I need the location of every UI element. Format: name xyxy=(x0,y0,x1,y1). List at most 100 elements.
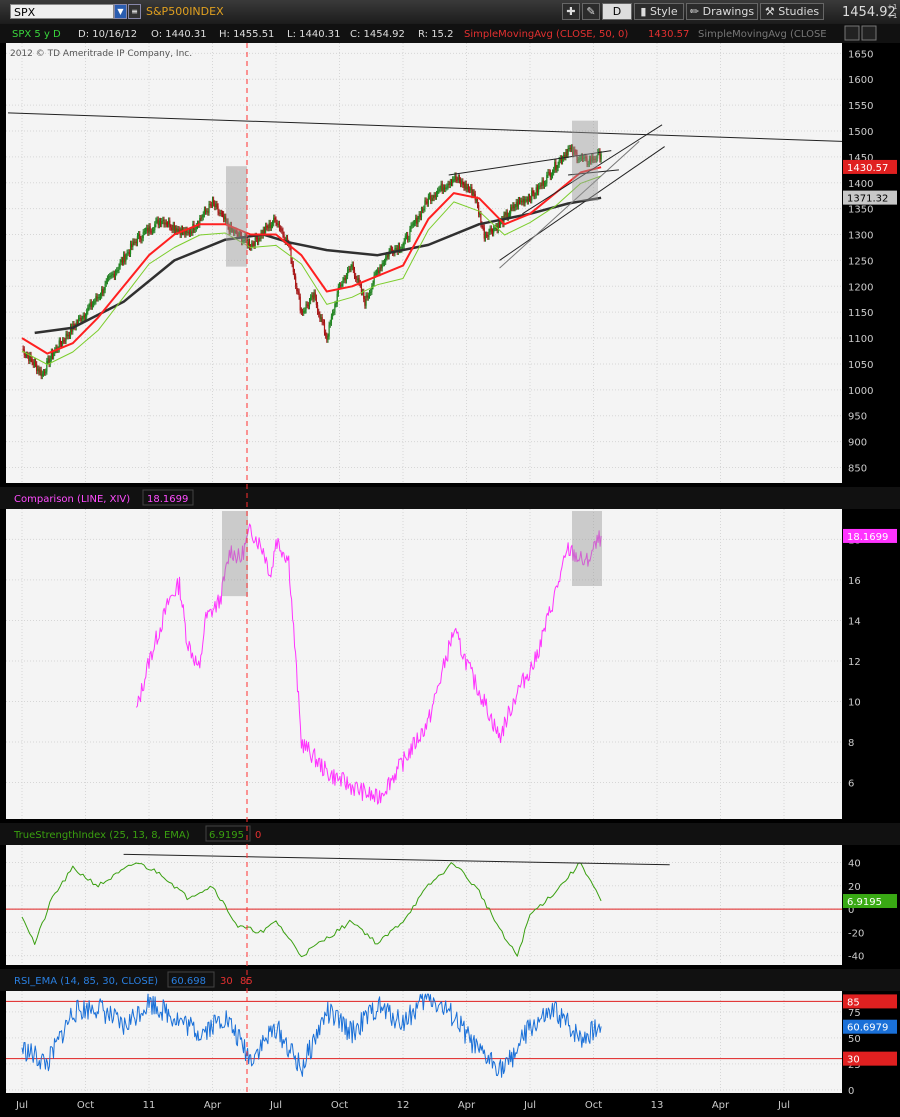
price-candle-body xyxy=(523,199,525,204)
price-candle-body xyxy=(463,184,465,188)
header-low: L: 1440.31 xyxy=(287,29,340,40)
price-candle-body xyxy=(498,222,501,225)
yaxis-tick-label: 1050 xyxy=(848,360,873,371)
price-candle-body xyxy=(543,183,546,186)
price-header: SPX 5 y D D: 10/16/12 O: 1440.31 H: 1455… xyxy=(12,29,827,40)
price-candle-body xyxy=(256,238,259,243)
price-candle-body xyxy=(405,235,408,237)
price-candle-body xyxy=(173,224,175,231)
price-candle-body xyxy=(334,304,336,312)
price-candle-body xyxy=(472,192,474,196)
price-candle-body xyxy=(508,213,511,216)
price-candle-body xyxy=(439,188,441,190)
price-candle-body xyxy=(144,230,147,232)
price-candle-body xyxy=(45,371,47,373)
price-candle-body xyxy=(486,234,488,236)
xiv-highlight-box-1 xyxy=(222,511,248,597)
price-candle-body xyxy=(548,172,550,174)
price-candle-body xyxy=(191,231,193,233)
xiv-panel: Comparison (LINE, XIV) 18.1699 6 8 10 12 14 1… xyxy=(0,487,900,819)
price-candle-body xyxy=(316,304,319,312)
price-candle-body xyxy=(461,181,463,185)
price-candle-body xyxy=(314,292,316,298)
expand-icon[interactable] xyxy=(861,25,877,41)
rsi-level-label: 30 xyxy=(847,1055,860,1066)
price-candle-body xyxy=(426,201,428,204)
price-candle-body xyxy=(276,222,278,225)
price-candle-body xyxy=(114,272,117,277)
yaxis-tick-label: 12 xyxy=(848,657,861,668)
price-candle-body xyxy=(381,263,383,269)
xaxis-tick-label: Jul xyxy=(269,1100,282,1111)
price-candle-body xyxy=(84,316,87,318)
xaxis-tick-label: Apr xyxy=(204,1100,222,1111)
price-candle-body xyxy=(341,284,343,286)
price-candle-body xyxy=(300,310,302,312)
price-candle-body xyxy=(357,278,359,280)
price-candle-body xyxy=(174,228,177,231)
price-candle-body xyxy=(375,272,378,274)
price-candle-body xyxy=(325,332,327,336)
price-candle-body xyxy=(171,227,173,231)
price-candle-body xyxy=(410,225,412,229)
price-candle-body xyxy=(348,268,350,271)
header-sma50-label: SimpleMovingAvg (CLOSE, 50, 0) xyxy=(464,29,628,40)
price-candle-body xyxy=(254,235,256,246)
price-candle-body xyxy=(290,247,292,261)
price-candle-body xyxy=(561,158,564,162)
price-candle-body xyxy=(504,214,506,216)
price-candle-body xyxy=(547,172,549,175)
price-candle-body xyxy=(435,193,438,197)
price-candle-body xyxy=(541,180,543,187)
price-candle-body xyxy=(271,223,274,226)
chart-canvas[interactable]: 8509009501000105011001150120012501300135… xyxy=(0,0,900,1117)
price-candle-body xyxy=(210,204,212,206)
price-candle-body xyxy=(527,196,530,202)
highlight-box-2 xyxy=(572,120,598,201)
price-candle-body xyxy=(103,290,105,294)
rsi-current-label: 60.6979 xyxy=(847,1023,888,1034)
price-candle-body xyxy=(156,219,158,221)
price-candle-body xyxy=(437,190,439,194)
price-candle-body xyxy=(526,199,528,202)
price-candle-body xyxy=(64,340,66,342)
price-candle-body xyxy=(291,260,293,265)
price-candle-body xyxy=(454,175,456,180)
price-candle-body xyxy=(467,186,470,190)
price-candle-body xyxy=(204,209,207,212)
yaxis-tick-label: 900 xyxy=(848,438,867,449)
xaxis-tick-label: Oct xyxy=(77,1100,94,1111)
price-candle-body xyxy=(270,225,272,228)
price-candle-body xyxy=(303,310,305,313)
price-candle-body xyxy=(169,220,171,228)
rsi-level-label: 85 xyxy=(847,997,860,1008)
price-candle-body xyxy=(484,234,487,239)
price-yaxis: 850 900 950 1000 1050 1100 1150 1200 1250 1300 135… xyxy=(848,49,873,474)
price-candle-body xyxy=(326,335,328,340)
price-candle-body xyxy=(37,368,39,372)
yaxis-tick-label: 950 xyxy=(848,412,867,423)
price-candle-body xyxy=(306,304,308,306)
price-candle-body xyxy=(345,276,348,281)
xaxis-tick-label: 12 xyxy=(397,1100,410,1111)
price-candle-body xyxy=(522,199,524,203)
price-candle-body xyxy=(311,295,313,298)
price-candle-body xyxy=(80,317,82,322)
price-candle-body xyxy=(551,172,554,176)
price-candle-body xyxy=(352,264,354,270)
price-candle-body xyxy=(489,228,491,232)
price-plot-area xyxy=(6,43,842,483)
price-candle-body xyxy=(490,228,492,232)
price-candle-body xyxy=(455,175,457,180)
price-candle-body xyxy=(172,224,174,231)
price-candle-body xyxy=(135,241,137,244)
price-candle-body xyxy=(320,317,322,319)
collapse-icon[interactable] xyxy=(844,25,860,41)
price-candle-body xyxy=(469,189,471,191)
price-candle-body xyxy=(76,322,79,324)
price-candle-body xyxy=(149,226,151,232)
xaxis-tick-label: Apr xyxy=(712,1100,730,1111)
price-candle-body xyxy=(120,259,122,263)
header-high: H: 1455.51 xyxy=(219,29,274,40)
tsi-header-zero: 0 xyxy=(255,830,261,841)
